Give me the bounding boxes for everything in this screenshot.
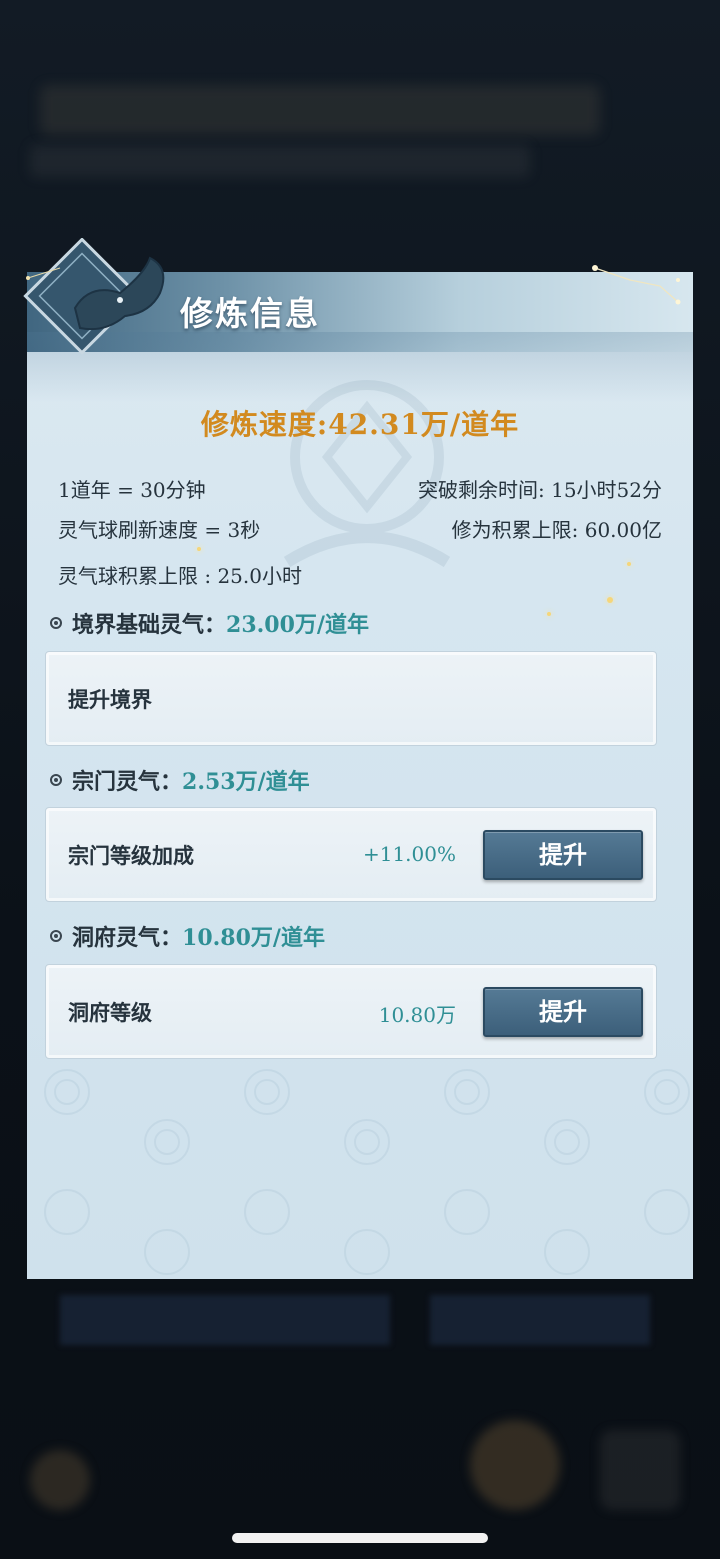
section-value: 10.80万/道年	[182, 925, 325, 951]
row-label: 洞府等级	[68, 1000, 152, 1025]
fox-emblem-icon	[23, 238, 165, 355]
bullet-icon	[50, 617, 62, 629]
orb-accumulation-cap: 灵气球积累上限 : 25.0小时	[58, 564, 302, 588]
orb-refresh-speed: 灵气球刷新速度 = 3秒	[58, 518, 261, 542]
background-blurred-icon	[30, 1450, 90, 1510]
dao-year-conversion: 1道年 = 30分钟	[58, 478, 206, 502]
bullet-icon	[50, 774, 62, 786]
section-value: 23.00万/道年	[226, 612, 369, 638]
breakthrough-remaining-time: 突破剩余时间: 15小时52分	[418, 478, 662, 502]
section-label: 宗门灵气：	[72, 769, 183, 795]
row-value: 10.80万	[378, 1003, 456, 1027]
cave-upgrade-button[interactable]: 提升	[483, 987, 643, 1037]
section-realm-base-qi: 境界基础灵气： 23.00万/道年	[50, 607, 369, 639]
section-label: 境界基础灵气：	[72, 612, 227, 638]
background-blurred-avatar	[470, 1420, 560, 1510]
sparkle-decoration	[627, 562, 631, 566]
sparkle-decoration	[607, 597, 613, 603]
sparkle-decoration	[197, 547, 201, 551]
constellation-decoration	[592, 265, 681, 305]
row-label: 提升境界	[68, 687, 152, 712]
cultivation-speed: 修炼速度:42.31万/道年	[200, 408, 520, 441]
bullet-icon	[50, 930, 62, 942]
home-indicator[interactable]	[232, 1533, 488, 1543]
section-sect-qi: 宗门灵气： 2.53万/道年	[50, 764, 310, 796]
cultivation-accumulation-cap: 修为积累上限: 60.00亿	[451, 518, 662, 542]
background-blurred-title	[40, 85, 600, 135]
background-blurred-subtitle	[30, 145, 530, 177]
section-value: 2.53万/道年	[182, 769, 310, 795]
section-cave-qi: 洞府灵气： 10.80万/道年	[50, 920, 325, 952]
background-blurred-button	[430, 1295, 650, 1345]
section-label: 洞府灵气：	[72, 925, 183, 951]
realm-upgrade-row[interactable]: 提升境界	[45, 651, 657, 746]
row-label: 宗门等级加成	[68, 843, 194, 868]
sect-upgrade-button[interactable]: 提升	[483, 830, 643, 880]
background-blurred-button	[60, 1295, 390, 1345]
modal-title: 修炼信息	[180, 294, 320, 333]
cave-level-row: 洞府等级 10.80万 提升	[45, 964, 657, 1059]
cloud-pattern-decoration	[44, 1069, 690, 1275]
row-value: +11.00%	[362, 842, 456, 866]
background-blurred-icon	[600, 1430, 680, 1510]
sect-level-bonus-row: 宗门等级加成 +11.00% 提升	[45, 807, 657, 902]
sparkle-decoration	[547, 612, 551, 616]
